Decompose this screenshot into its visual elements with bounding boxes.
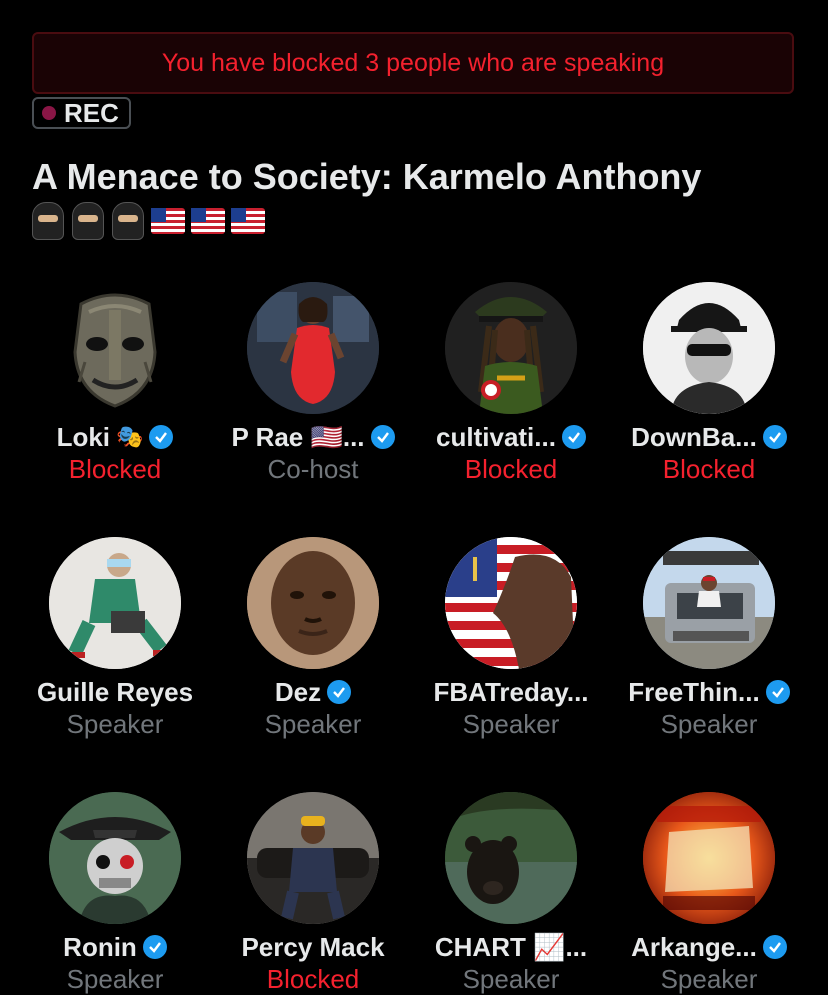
participant-role: Blocked — [68, 454, 162, 484]
avatar[interactable] — [49, 537, 181, 669]
avatar[interactable] — [643, 792, 775, 924]
participant-role: Blocked — [266, 964, 360, 994]
participant-role: Co-host — [267, 454, 359, 484]
avatar[interactable] — [247, 792, 379, 924]
participant-card[interactable]: Loki 🎭 Blocked — [16, 282, 214, 485]
participant-card[interactable]: P Rae 🇺🇸... Co-host — [214, 282, 412, 485]
us-flag-icon — [230, 203, 266, 239]
space-title: A Menace to Society: Karmelo Anthony — [32, 156, 702, 197]
record-dot-icon — [42, 106, 56, 120]
verified-badge-icon — [149, 425, 174, 449]
participant-card[interactable]: FreeThin... Speaker — [610, 537, 808, 740]
recording-label: REC — [64, 97, 119, 128]
participant-name: Loki — [56, 421, 111, 452]
avatar[interactable] — [445, 282, 577, 414]
participant-name: cultivati... — [436, 421, 556, 452]
participant-name: Percy Mack — [241, 931, 385, 962]
participant-card[interactable]: Percy Mack Blocked — [214, 792, 412, 995]
participant-name: Ronin — [63, 931, 137, 962]
theater-masks-icon: 🎭 — [116, 424, 144, 449]
verified-badge-icon — [561, 425, 586, 449]
verified-badge-icon — [142, 935, 167, 959]
participant-role: Speaker — [66, 709, 164, 739]
avatar[interactable] — [49, 282, 181, 414]
participant-card[interactable]: CHART 📈... Speaker — [412, 792, 610, 995]
participant-card[interactable]: Ronin Speaker — [16, 792, 214, 995]
verified-badge-icon — [762, 425, 787, 449]
title-emoji-row — [30, 200, 266, 242]
participant-role: Speaker — [660, 709, 758, 739]
participant-role: Speaker — [660, 964, 758, 994]
participant-card[interactable]: Dez Speaker — [214, 537, 412, 740]
avatar[interactable] — [49, 792, 181, 924]
participant-card[interactable]: Arkange... Speaker — [610, 792, 808, 995]
avatar[interactable] — [643, 282, 775, 414]
avatar[interactable] — [643, 537, 775, 669]
participant-role: Blocked — [464, 454, 558, 484]
participant-role: Speaker — [66, 964, 164, 994]
avatar[interactable] — [445, 792, 577, 924]
participant-name: CHART 📈... — [434, 931, 588, 962]
us-flag-icon — [190, 203, 226, 239]
participant-card[interactable]: Guille Reyes Speaker — [16, 537, 214, 740]
ninja-icon — [30, 202, 66, 240]
participant-role: Blocked — [662, 454, 756, 484]
verified-badge-icon — [765, 680, 790, 704]
verified-badge-icon — [327, 680, 352, 704]
ninja-icon — [70, 202, 106, 240]
participant-name: Guille Reyes — [36, 676, 194, 707]
participant-card[interactable]: cultivati... Blocked — [412, 282, 610, 485]
participants-grid: Loki 🎭 Blocked P Rae 🇺🇸... Co-host culti… — [16, 282, 812, 995]
participant-role: Speaker — [462, 964, 560, 994]
participant-name: P Rae 🇺🇸... — [231, 421, 365, 452]
us-flag-icon — [150, 203, 186, 239]
recording-badge: REC — [32, 97, 131, 129]
ninja-icon — [110, 202, 146, 240]
banner-text: You have blocked 3 people who are speaki… — [161, 48, 665, 77]
participant-role: Speaker — [462, 709, 560, 739]
participant-card[interactable]: DownBa... Blocked — [610, 282, 808, 485]
participant-name: Arkange... — [631, 931, 757, 962]
avatar[interactable] — [247, 537, 379, 669]
avatar[interactable] — [445, 537, 577, 669]
avatar[interactable] — [247, 282, 379, 414]
blocked-speakers-banner: You have blocked 3 people who are speaki… — [32, 32, 794, 94]
verified-badge-icon — [762, 935, 787, 959]
verified-badge-icon — [370, 425, 395, 449]
participant-name: DownBa... — [631, 421, 757, 452]
participant-card[interactable]: FBATreday... Speaker — [412, 537, 610, 740]
participant-role: Speaker — [264, 709, 362, 739]
participant-name: FreeThin... — [628, 676, 760, 707]
participant-name: FBATreday... — [433, 676, 589, 707]
participant-name: Dez — [274, 676, 322, 707]
